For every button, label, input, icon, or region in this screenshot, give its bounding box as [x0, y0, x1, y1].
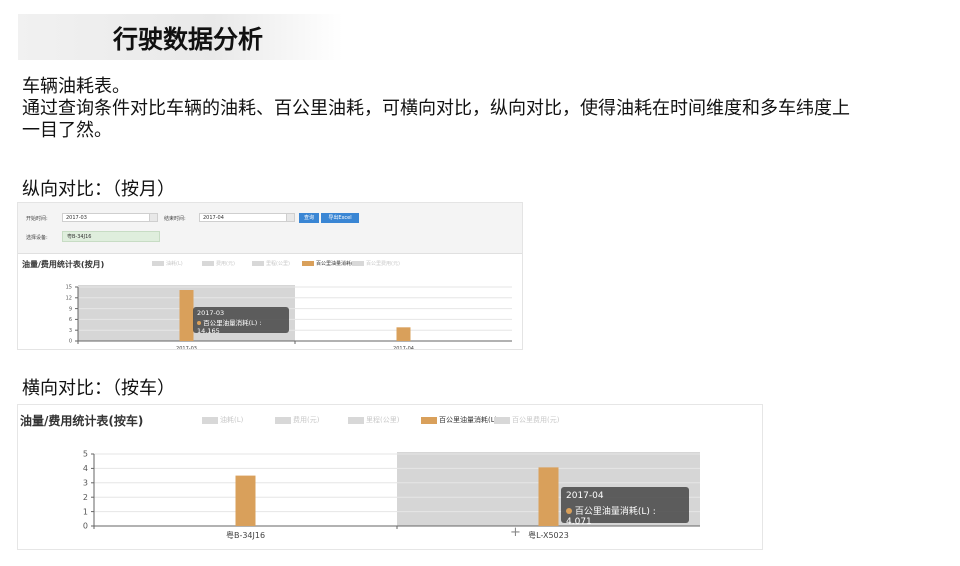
tooltip-sep: : — [652, 507, 656, 517]
bar — [538, 467, 559, 526]
query-form: 开始时间: 2017-03 结束时间: 2017-04 查询 导出Excel 选… — [18, 203, 522, 254]
intro-line-2: 通过查询条件对比车辆的油耗、百公里油耗，可横向对比，纵向对比，使得油耗在时间维度… — [22, 98, 850, 119]
bar — [396, 327, 411, 341]
x-tick-label: 2017-03 — [176, 346, 197, 349]
x-tick-label: 粤B-34J16 — [226, 530, 265, 540]
tooltip-value: 4.071 — [566, 517, 592, 527]
x-tick-label: 粤L-X5023 — [528, 530, 569, 540]
y-tick-label: 3 — [83, 478, 88, 487]
page-title: 行驶数据分析 — [113, 25, 264, 54]
tooltip-series: 百公里油量消耗(L) — [574, 507, 650, 517]
tooltip-title: 2017-03 — [197, 309, 225, 317]
x-tick-label: 2017-04 — [393, 346, 414, 349]
intro-line-3: 一目了然。 — [22, 120, 112, 141]
bar — [179, 290, 194, 341]
select-vehicle-label: 选择设备: — [26, 235, 48, 241]
tooltip-row: 百公里油量消耗(L) : 4.071 — [566, 504, 684, 527]
y-tick-label: 0 — [69, 339, 72, 345]
vehicle-chart: 0 1 2 3 4 5 粤B-34J16 粤L-X5023 — [83, 450, 700, 540]
title-banner: 行驶数据分析 — [18, 14, 343, 60]
y-tick-label: 3 — [69, 328, 72, 334]
vehicle-chart-tooltip: 2017-04 百公里油量消耗(L) : 4.071 — [561, 487, 689, 527]
bar — [235, 475, 256, 526]
tooltip-value: 14.165 — [197, 327, 220, 335]
tooltip-title: 2017-04 — [566, 491, 604, 501]
end-calendar-icon[interactable] — [286, 213, 295, 222]
monthly-report-screenshot: 开始时间: 2017-03 结束时间: 2017-04 查询 导出Excel 选… — [17, 202, 523, 350]
y-tick-label: 5 — [83, 450, 88, 459]
crosshair-cursor-icon: + — [510, 525, 521, 540]
query-button[interactable]: 查询 — [299, 213, 319, 223]
start-time-label: 开始时间: — [26, 216, 48, 222]
intro-text: 车辆油耗表。 通过查询条件对比车辆的油耗、百公里油耗，可横向对比，纵向对比，使得… — [22, 76, 952, 142]
end-time-label: 结束时间: — [164, 216, 186, 222]
monthly-chart-tooltip: 2017-03 百公里油量消耗(L) : 14.165 — [193, 307, 289, 335]
vehicle-select[interactable]: 粤B-34J16 — [62, 231, 160, 242]
end-time-input[interactable]: 2017-04 — [199, 213, 295, 222]
start-time-input[interactable]: 2017-03 — [62, 213, 158, 222]
vehicle-report-screenshot: 油量/费用统计表(按车) 油耗(L) 费用(元) 里程(公里) 百公里油量消耗(L) 百… — [17, 404, 763, 550]
y-tick-label: 6 — [69, 317, 72, 323]
export-excel-button[interactable]: 导出Excel — [321, 213, 359, 223]
y-tick-label: 15 — [66, 285, 72, 291]
vertical-compare-label: 纵向对比：（按月） — [22, 179, 175, 200]
tooltip-sep: : — [259, 319, 262, 327]
y-tick-label: 12 — [66, 295, 72, 301]
intro-line-1: 车辆油耗表。 — [22, 76, 130, 97]
series-dot-icon — [197, 321, 201, 325]
tooltip-series: 百公里油量消耗(L) — [203, 319, 258, 327]
horizontal-compare-label: 横向对比：（按车） — [22, 378, 175, 399]
tooltip-row: 百公里油量消耗(L) : 14.165 — [197, 317, 285, 335]
series-dot-icon — [566, 508, 572, 514]
y-tick-label: 4 — [83, 464, 88, 473]
y-tick-label: 1 — [83, 507, 88, 516]
y-tick-label: 9 — [69, 306, 72, 312]
y-tick-label: 2 — [83, 493, 88, 502]
start-calendar-icon[interactable] — [149, 213, 158, 222]
y-tick-label: 0 — [83, 522, 88, 531]
